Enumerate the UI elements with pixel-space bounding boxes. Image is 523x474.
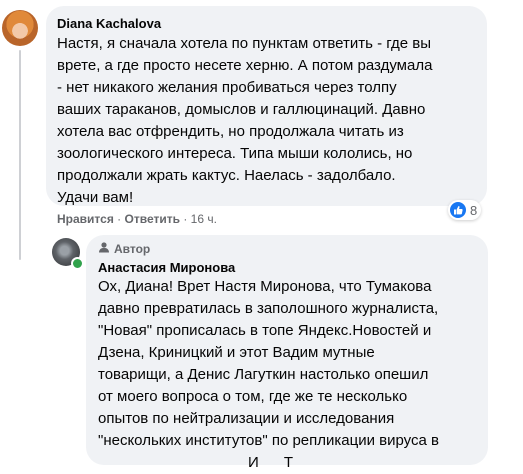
comment-line: продолжали жрать кактус. Наелась - задол…: [57, 167, 396, 184]
reply-author[interactable]: Анастасия Миронова: [98, 259, 235, 277]
reply-line: "нескольких институтов" по репликации ви…: [98, 432, 439, 449]
author-badge-label: Автор: [114, 241, 151, 256]
reply-line: "Новая" прописалась в топе Яндекс.Новост…: [98, 322, 432, 339]
comment-line: ваших тараканов, домыслов и галлюцинаций…: [57, 101, 426, 118]
like-reaction-icon: [450, 202, 466, 218]
reply-line: от моего вопроса о том, где же те нескол…: [98, 388, 408, 405]
avatar[interactable]: [2, 10, 38, 46]
reply-line: опытов по нейтрализации и исследования: [98, 410, 395, 427]
reply-button[interactable]: Ответить: [125, 212, 180, 226]
comment-line: Настя, я сначала хотела по пунктам ответ…: [57, 35, 432, 52]
reply-line: Ох, Диана! Врет Настя Миронова, что Тума…: [98, 278, 432, 295]
separator: ·: [117, 212, 122, 226]
online-status-dot: [71, 257, 84, 270]
timestamp[interactable]: 16 ч.: [191, 212, 217, 226]
separator: ·: [183, 212, 188, 226]
reaction-count: 8: [470, 202, 478, 218]
comment-text: Настя, я сначала хотела по пунктам ответ…: [57, 33, 477, 209]
reply-line: товарищи, а Денис Лагуткин настолько опе…: [98, 366, 429, 383]
comment-author[interactable]: Diana Kachalova: [57, 15, 161, 33]
reaction-summary[interactable]: 8: [448, 200, 482, 220]
thread-line: [19, 50, 21, 260]
reply-text: Ох, Диана! Врет Настя Миронова, что Тума…: [98, 276, 478, 474]
comment-line: Удачи вам!: [57, 189, 134, 206]
comment-line: зоологического интереса. Типа мыши колол…: [57, 145, 413, 162]
comment-actions: Нравится · Ответить · 16 ч.: [57, 211, 217, 227]
reply-line: И Т: [98, 454, 293, 471]
reply-line: давно превратилась в заполошного журнали…: [98, 300, 439, 317]
comment-line: врете, а где просто несете херню. А пото…: [57, 57, 433, 74]
reply-line: Дзена, Криницкий и этот Вадим мутные: [98, 344, 375, 361]
author-badge: Автор: [98, 241, 150, 256]
like-button[interactable]: Нравится: [57, 212, 114, 226]
comment-line: хотела вас отфрендить, но продолжала чит…: [57, 123, 404, 140]
comment-line: - нет никакого желания пробиваться через…: [57, 79, 397, 96]
author-badge-icon: [98, 241, 110, 256]
